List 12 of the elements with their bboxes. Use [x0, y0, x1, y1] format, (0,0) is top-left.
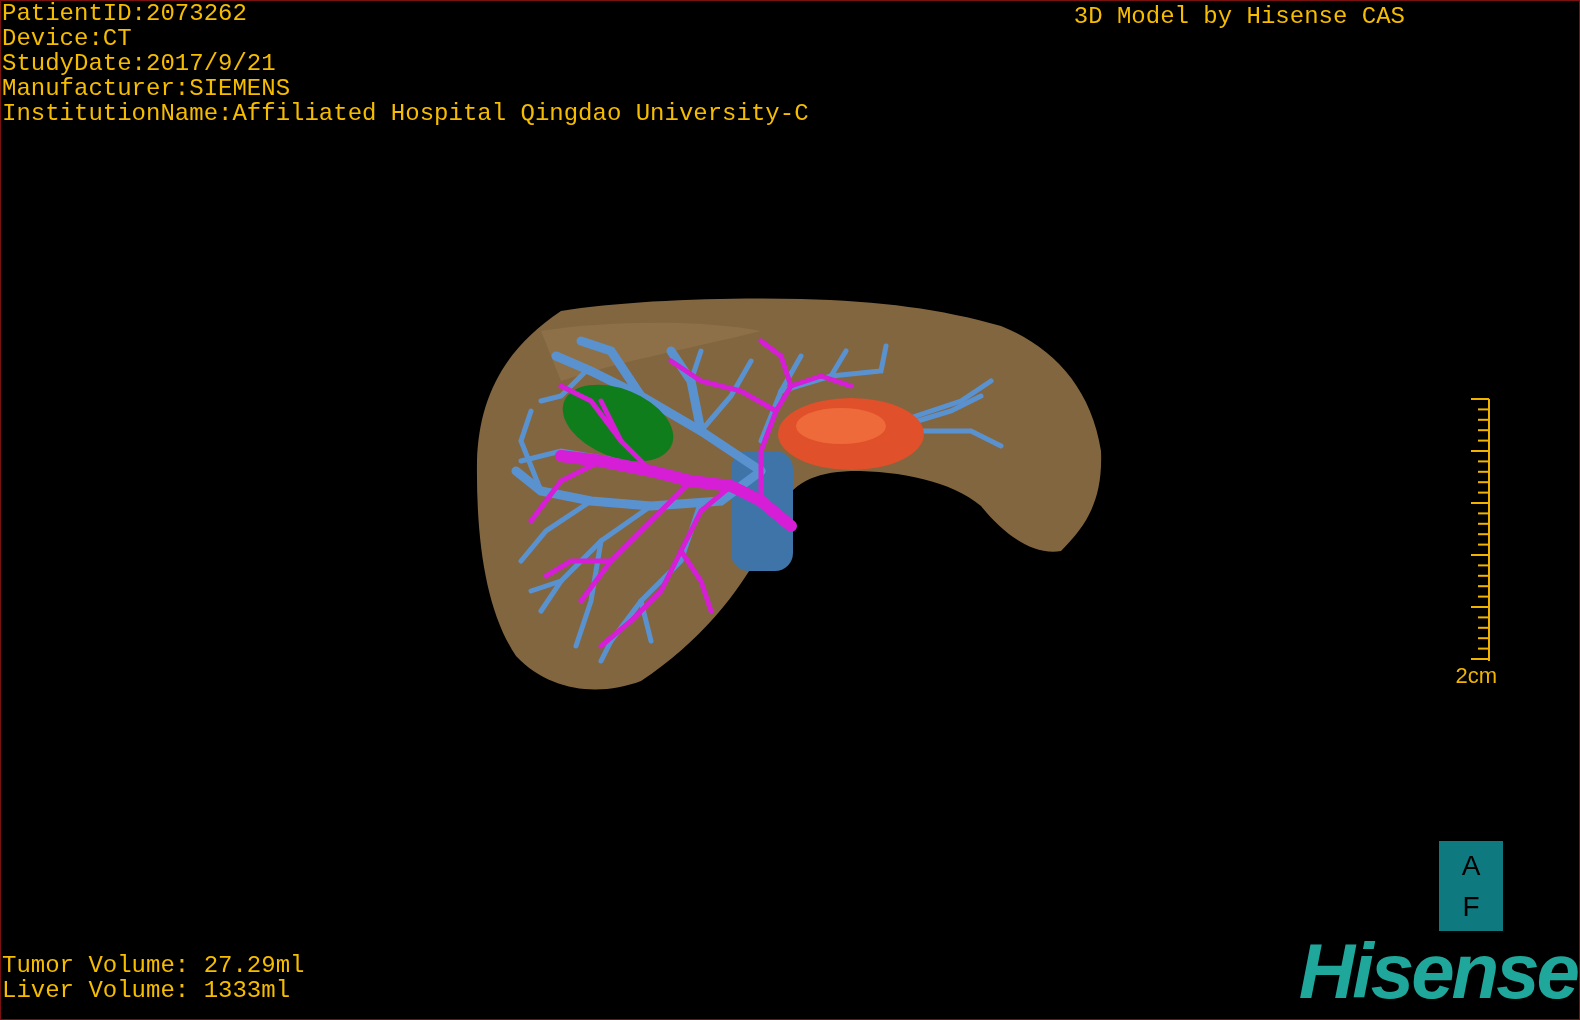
volume-text: Tumor Volume: 27.29ml [2, 953, 305, 978]
info-text: Manufacturer:SIEMENS [2, 76, 291, 101]
volume-text: Liver Volume: 1333ml [2, 978, 291, 1003]
info-text: PatientID:2073262 [2, 1, 247, 26]
scale-label: 2cm [1455, 664, 1497, 688]
info-text: Device:CT [2, 26, 132, 51]
orientation-label: F [1462, 891, 1480, 922]
orientation-label: A [1461, 850, 1481, 881]
model-title: 3D Model by Hisense CAS [1073, 4, 1405, 29]
info-text: InstitutionName:Affiliated Hospital Qingdao University-C [2, 101, 809, 126]
info-text: StudyDate:2017/9/21 [2, 51, 276, 76]
brand-logo: Hisense [1298, 931, 1577, 1011]
